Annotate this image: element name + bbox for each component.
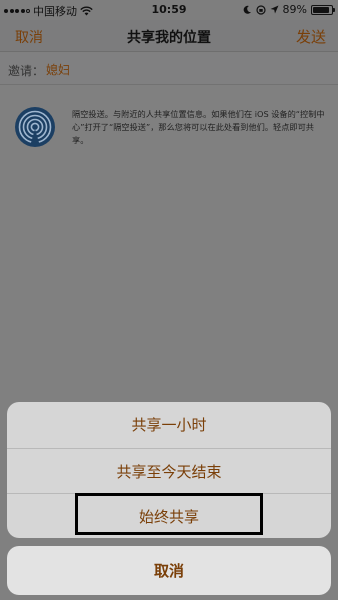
- send-button[interactable]: 发送: [296, 26, 326, 47]
- battery-icon: [311, 4, 335, 15]
- location-icon: [270, 5, 279, 14]
- rotation-lock-icon: [255, 4, 266, 15]
- nav-bar: 取消 共享我的位置 发送: [0, 20, 338, 52]
- highlight-annotation-box: [75, 493, 263, 535]
- do-not-disturb-icon: [243, 5, 251, 14]
- share-until-end-of-day-option[interactable]: 共享至今天结束: [7, 448, 331, 493]
- battery-fill: [313, 6, 330, 13]
- action-sheet-cancel-button[interactable]: 取消: [7, 546, 331, 595]
- status-bar: 中国移动 10:59 89%: [0, 0, 338, 20]
- action-sheet: 共享一小时 共享至今天结束 始终共享: [7, 402, 331, 538]
- screen: 中国移动 10:59 89% 取消 共享我的位置 发送 邀请： 媳妇 隔空投送。…: [0, 0, 338, 600]
- page-title: 共享我的位置: [127, 30, 211, 46]
- invite-label: 邀请：: [8, 64, 45, 78]
- invite-recipient[interactable]: 媳妇: [46, 61, 70, 78]
- airdrop-icon[interactable]: [14, 106, 56, 148]
- battery-percent: 89%: [282, 3, 307, 16]
- status-right-group: 89%: [243, 3, 335, 16]
- invite-row[interactable]: 邀请： 媳妇: [0, 53, 338, 85]
- airdrop-description: 隔空投送。与附近的人共享位置信息。如果他们在 iOS 设备的“控制中心”打开了“…: [72, 109, 325, 145]
- share-one-hour-option[interactable]: 共享一小时: [7, 402, 331, 447]
